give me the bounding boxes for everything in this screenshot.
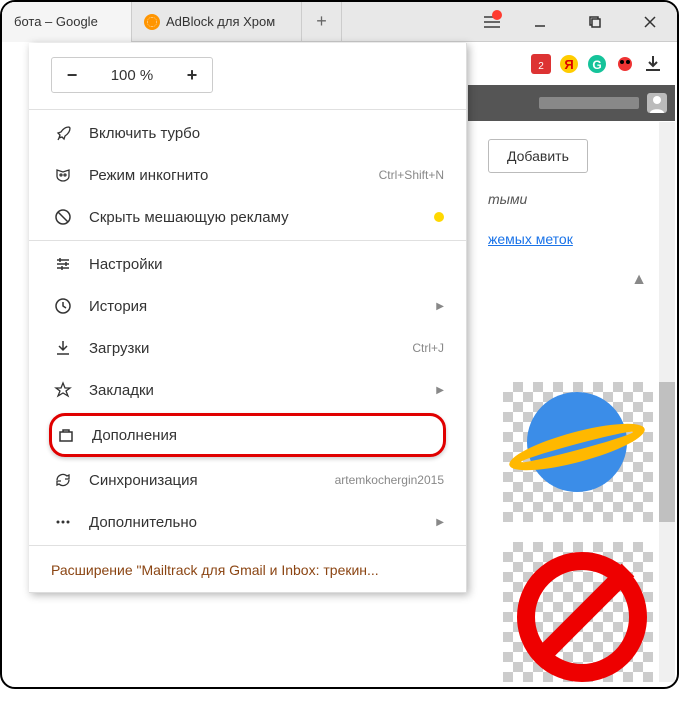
zoom-out-button[interactable]: − — [52, 58, 92, 92]
chevron-right-icon: ▶ — [436, 385, 444, 396]
scrollbar[interactable] — [659, 122, 675, 682]
scrollbar-thumb[interactable] — [659, 382, 675, 522]
download-icon — [51, 339, 75, 357]
extension-toolbar: 2 Я G — [468, 43, 675, 85]
tab-1[interactable]: бота – Google — [2, 2, 132, 42]
zoom-in-button[interactable]: + — [172, 58, 212, 92]
zoom-row: − 100 % + — [29, 43, 466, 107]
collapse-icon[interactable]: ▲ — [468, 271, 663, 289]
svg-text:G: G — [592, 58, 601, 72]
close-button[interactable] — [622, 2, 677, 42]
menu-settings[interactable]: Настройки — [29, 243, 466, 285]
svg-text:Я: Я — [564, 57, 573, 72]
menu-incognito[interactable]: Режим инкогнито Ctrl+Shift+N — [29, 154, 466, 196]
menu-label: Скрыть мешающую рекламу — [89, 209, 434, 226]
notification-dot-icon — [492, 10, 502, 20]
menu-more[interactable]: Дополнительно ▶ — [29, 501, 466, 543]
tab-2[interactable]: AdBlock для Хром — [132, 2, 302, 42]
bug-icon[interactable] — [615, 54, 635, 74]
page-link[interactable]: жемых меток — [488, 231, 675, 247]
sync-icon — [51, 471, 75, 489]
addons-icon — [54, 426, 78, 444]
menu-hint: Ctrl+J — [412, 341, 444, 355]
block-icon — [51, 208, 75, 226]
star-icon — [51, 381, 75, 399]
promo-text[interactable]: Расширение "Mailtrack для Gmail и Inbox:… — [29, 548, 466, 592]
extension-icon[interactable]: 2 — [531, 54, 551, 74]
add-button[interactable]: Добавить — [488, 139, 588, 173]
more-icon — [51, 513, 75, 531]
svg-text:2: 2 — [538, 61, 544, 72]
mask-icon — [51, 166, 75, 184]
menu-label: Дополнения — [92, 427, 441, 444]
menu-label: Настройки — [89, 256, 444, 273]
chevron-right-icon: ▶ — [436, 301, 444, 312]
menu-downloads[interactable]: Загрузки Ctrl+J — [29, 327, 466, 369]
menu-label: Дополнительно — [89, 514, 428, 531]
main-menu-button[interactable] — [472, 2, 512, 42]
minimize-button[interactable] — [512, 2, 567, 42]
dot-indicator-icon — [434, 212, 444, 222]
tab-bar: бота – Google AdBlock для Хром + — [2, 2, 677, 42]
maximize-button[interactable] — [567, 2, 622, 42]
zoom-value: 100 % — [92, 67, 172, 84]
history-icon — [51, 297, 75, 315]
menu-sync[interactable]: Синхронизация artemkochergin2015 — [29, 459, 466, 501]
page-content: 2 Я G Добавить тыми жемых меток ▲ — [468, 43, 675, 289]
menu-label: Режим инкогнито — [89, 167, 379, 184]
menu-hint: Ctrl+Shift+N — [379, 168, 444, 182]
menu-label: Синхронизация — [89, 472, 335, 489]
download-icon[interactable] — [643, 54, 663, 74]
chevron-right-icon: ▶ — [436, 517, 444, 528]
menu-label: Закладки — [89, 382, 428, 399]
page-text: тыми — [488, 191, 675, 207]
tab-title: AdBlock для Хром — [166, 14, 275, 29]
menu-label: Включить турбо — [89, 125, 444, 142]
menu-turbo[interactable]: Включить турбо — [29, 112, 466, 154]
menu-label: Загрузки — [89, 340, 412, 357]
menu-addons[interactable]: Дополнения — [49, 413, 446, 457]
menu-hint: artemkochergin2015 — [335, 473, 444, 487]
new-tab-button[interactable]: + — [302, 2, 342, 42]
user-name-blur — [539, 97, 639, 109]
menu-history[interactable]: История ▶ — [29, 285, 466, 327]
menu-hide-ads[interactable]: Скрыть мешающую рекламу — [29, 196, 466, 238]
main-menu: − 100 % + Включить турбо Режим инкогнито… — [29, 43, 467, 593]
rocket-icon — [51, 124, 75, 142]
user-avatar-icon[interactable] — [647, 93, 667, 113]
grammarly-icon[interactable]: G — [587, 54, 607, 74]
tab-title: бота – Google — [14, 14, 98, 29]
menu-bookmarks[interactable]: Закладки ▶ — [29, 369, 466, 411]
menu-label: История — [89, 298, 428, 315]
yandex-icon[interactable]: Я — [559, 54, 579, 74]
user-bar — [468, 85, 675, 121]
settings-icon — [51, 255, 75, 273]
favicon-icon — [144, 14, 160, 30]
